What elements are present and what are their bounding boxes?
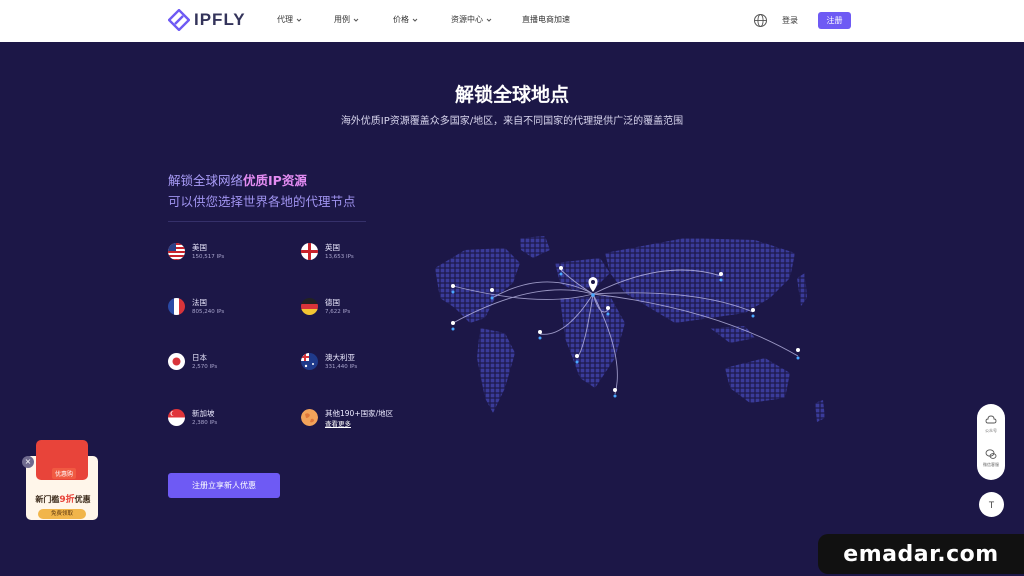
lead-line-2: 可以供您选择世界各地的代理节点: [168, 194, 356, 209]
country-ips: 13,653 IPs: [325, 254, 354, 260]
country-ips: 7,622 IPs: [325, 309, 351, 315]
country-ips: 331,440 IPs: [325, 364, 358, 370]
sg-flag-icon: [168, 409, 185, 426]
promo-claim-button[interactable]: 免费领取: [38, 509, 86, 519]
country-item-sg[interactable]: 新加坡 2,380 IPs: [168, 409, 217, 428]
watermark-text: emadar.com: [843, 541, 999, 567]
side-item-wechat[interactable]: 微信客服: [977, 448, 1005, 468]
country-name: 法国: [192, 298, 207, 307]
country-item-uk[interactable]: 英国 13,653 IPs: [301, 243, 354, 262]
country-ips: 2,570 IPs: [192, 364, 218, 370]
section-subtitle: 海外优质IP资源覆盖众多国家/地区，来自不同国家的代理提供广泛的覆盖范围: [340, 116, 684, 127]
country-item-us[interactable]: 美国 150,517 IPs: [168, 243, 224, 262]
promo-prefix: 新门槛: [35, 495, 60, 504]
lead-line-1: 解锁全球网络优质IP资源: [168, 170, 307, 189]
de-flag-icon: [301, 298, 318, 315]
top-navbar: IPFLY 代理 用例 价格 资源中心 直播电商加速 登录 注册: [0, 0, 1024, 42]
logo[interactable]: IPFLY: [168, 9, 246, 31]
country-name: 其他190+国家/地区: [325, 409, 394, 418]
logo-text: IPFLY: [194, 10, 246, 29]
us-flag-icon: [168, 243, 185, 260]
chevron-down-icon: [486, 18, 492, 22]
nav-item-resources[interactable]: 资源中心: [451, 14, 492, 25]
watermark: emadar.com: [818, 534, 1024, 574]
country-item-au[interactable]: 澳大利亚 331,440 IPs: [301, 353, 357, 372]
cloud-icon: [985, 415, 997, 424]
chevron-down-icon: [412, 18, 418, 22]
register-button[interactable]: 注册: [818, 12, 851, 29]
au-flag-icon: [301, 353, 318, 370]
country-name: 澳大利亚: [325, 353, 355, 362]
register-cta-button[interactable]: 注册立享新人优惠: [168, 473, 280, 498]
side-item-official-account[interactable]: 公众号: [977, 414, 1005, 434]
divider: [168, 221, 366, 222]
world-globe-icon: [301, 409, 318, 426]
promo-text: 新门槛9折优惠: [28, 492, 98, 505]
nav-item-label: 资源中心: [451, 15, 483, 24]
country-name: 新加坡: [192, 409, 215, 418]
country-item-de[interactable]: 德国 7,622 IPs: [301, 298, 350, 317]
back-to-top-button[interactable]: T: [979, 492, 1004, 517]
nav-item-label: 用例: [334, 15, 350, 24]
side-float-panel: 公众号 微信客服: [977, 404, 1005, 480]
country-name: 英国: [325, 243, 340, 252]
side-item-label: 微信客服: [983, 462, 999, 467]
country-name: 德国: [325, 298, 340, 307]
uk-flag-icon: [301, 243, 318, 260]
login-link[interactable]: 登录: [782, 15, 798, 26]
nav-item-proxy[interactable]: 代理: [277, 14, 302, 25]
country-name: 美国: [192, 243, 207, 252]
country-item-jp[interactable]: 日本 2,570 IPs: [168, 353, 217, 372]
nav-item-live-ecommerce[interactable]: 直播电商加速: [522, 14, 570, 25]
globe-icon[interactable]: [753, 13, 768, 28]
world-map: [435, 236, 825, 422]
country-ips: 2,380 IPs: [192, 420, 218, 426]
main-location-pin-icon: [588, 277, 598, 292]
section-title: 解锁全球地点: [454, 84, 569, 106]
country-ips: 805,240 IPs: [192, 309, 225, 315]
chevron-down-icon: [296, 18, 302, 22]
promo-tag: 优惠购: [52, 468, 77, 479]
lead-highlight: 优质IP资源: [243, 173, 307, 188]
chevron-down-icon: [353, 18, 359, 22]
country-ips: 150,517 IPs: [192, 254, 225, 260]
country-name: 日本: [192, 353, 207, 362]
promo-suffix: 优惠: [74, 495, 91, 504]
close-icon[interactable]: ×: [22, 456, 34, 468]
wechat-icon: [985, 449, 997, 459]
back-to-top-icon: T: [988, 499, 995, 510]
map-continents: [435, 236, 825, 422]
nav-item-usecases[interactable]: 用例: [334, 14, 359, 25]
promo-widget[interactable]: 优惠购 × 新门槛9折优惠 免费领取: [14, 434, 100, 526]
country-item-fr[interactable]: 法国 805,240 IPs: [168, 298, 224, 317]
promo-highlight: 9折: [59, 495, 75, 505]
logo-icon: [168, 9, 190, 31]
jp-flag-icon: [168, 353, 185, 370]
view-more-link[interactable]: 查看更多: [325, 419, 393, 429]
nav-item-label: 代理: [277, 15, 293, 24]
country-item-others[interactable]: 其他190+国家/地区 查看更多: [301, 409, 393, 429]
fr-flag-icon: [168, 298, 185, 315]
nav-item-pricing[interactable]: 价格: [393, 14, 418, 25]
nav-item-label: 价格: [393, 15, 409, 24]
nav-item-label: 直播电商加速: [522, 15, 570, 24]
side-item-label: 公众号: [985, 428, 997, 433]
lead-prefix: 解锁全球网络: [168, 173, 244, 188]
